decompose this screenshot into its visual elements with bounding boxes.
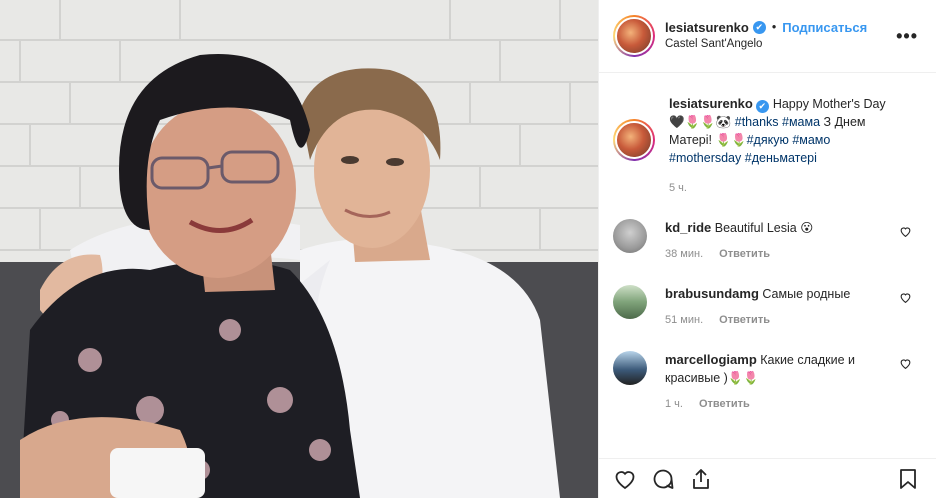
hashtag-mothersday[interactable]: #mothersday [669, 151, 741, 165]
post-photo[interactable] [0, 0, 598, 498]
caption-username[interactable]: lesiatsurenko [669, 96, 753, 111]
commenter-avatar[interactable] [613, 285, 647, 319]
separator-dot: • [771, 20, 777, 34]
post-actions-bar [599, 458, 936, 498]
comment-item: marcellogiamp Какие сладкие и красивые )… [613, 351, 920, 413]
heart-icon[interactable] [899, 291, 912, 304]
heart-icon[interactable] [899, 225, 912, 238]
comment-item: kd_ride Beautiful Lesia 😮 38 мин. Ответит… [613, 219, 920, 263]
commenter-avatar[interactable] [613, 219, 647, 253]
author-username[interactable]: lesiatsurenko [665, 19, 749, 36]
hashtag-mamo[interactable]: #мамо [792, 133, 830, 147]
comments-area: lesiatsurenko ✔ Happy Mother's Day 🖤🌷🌷🐼 #t… [599, 73, 936, 458]
comment-text: Самые родные [762, 287, 851, 301]
comment-icon[interactable] [651, 467, 675, 491]
comment-text: Beautiful Lesia 😮 [714, 221, 814, 235]
hashtag-denmateri[interactable]: #деньматері [745, 151, 817, 165]
hashtag-thanks[interactable]: #thanks [735, 115, 779, 129]
follow-button[interactable]: Подписаться [782, 19, 867, 36]
photo-illustration [0, 0, 598, 498]
hashtag-mama[interactable]: #мама [782, 115, 820, 129]
reply-button[interactable]: Ответить [719, 311, 770, 329]
commenter-username[interactable]: brabusundamg [665, 286, 759, 301]
commenter-username[interactable]: marcellogiamp [665, 352, 757, 367]
heart-icon[interactable] [613, 467, 637, 491]
verified-badge-icon: ✔ [752, 21, 766, 34]
verified-badge-icon: ✔ [755, 100, 769, 113]
hashtag-dyakuyu[interactable]: #дякую [747, 133, 789, 147]
post-header: lesiatsurenko ✔ • Подписаться Castel San… [599, 0, 936, 73]
more-options-icon[interactable]: ••• [896, 26, 918, 47]
location-link[interactable]: Castel Sant'Angelo [665, 36, 867, 53]
caption-timestamp[interactable]: 5 ч. [669, 179, 899, 197]
post-sidebar: lesiatsurenko ✔ • Подписаться Castel San… [598, 0, 936, 498]
instagram-post: lesiatsurenko ✔ • Подписаться Castel San… [0, 0, 936, 498]
comment-timestamp[interactable]: 1 ч. [665, 395, 683, 413]
comment-timestamp[interactable]: 51 мин. [665, 311, 703, 329]
share-icon[interactable] [689, 467, 713, 491]
commenter-avatar[interactable] [613, 351, 647, 385]
commenter-username[interactable]: kd_ride [665, 220, 711, 235]
bookmark-icon[interactable] [896, 467, 920, 491]
caption-text: lesiatsurenko ✔ Happy Mother's Day 🖤🌷🌷🐼 #t… [669, 95, 899, 167]
reply-button[interactable]: Ответить [699, 395, 750, 413]
comment-item: brabusundamg Самые родные 51 мин. Ответит… [613, 285, 920, 329]
author-avatar[interactable] [613, 15, 655, 57]
comment-timestamp[interactable]: 38 мин. [665, 245, 703, 263]
post-caption: lesiatsurenko ✔ Happy Mother's Day 🖤🌷🌷🐼 #t… [613, 95, 920, 197]
reply-button[interactable]: Ответить [719, 245, 770, 263]
heart-icon[interactable] [899, 357, 912, 370]
caption-avatar[interactable] [613, 119, 655, 161]
